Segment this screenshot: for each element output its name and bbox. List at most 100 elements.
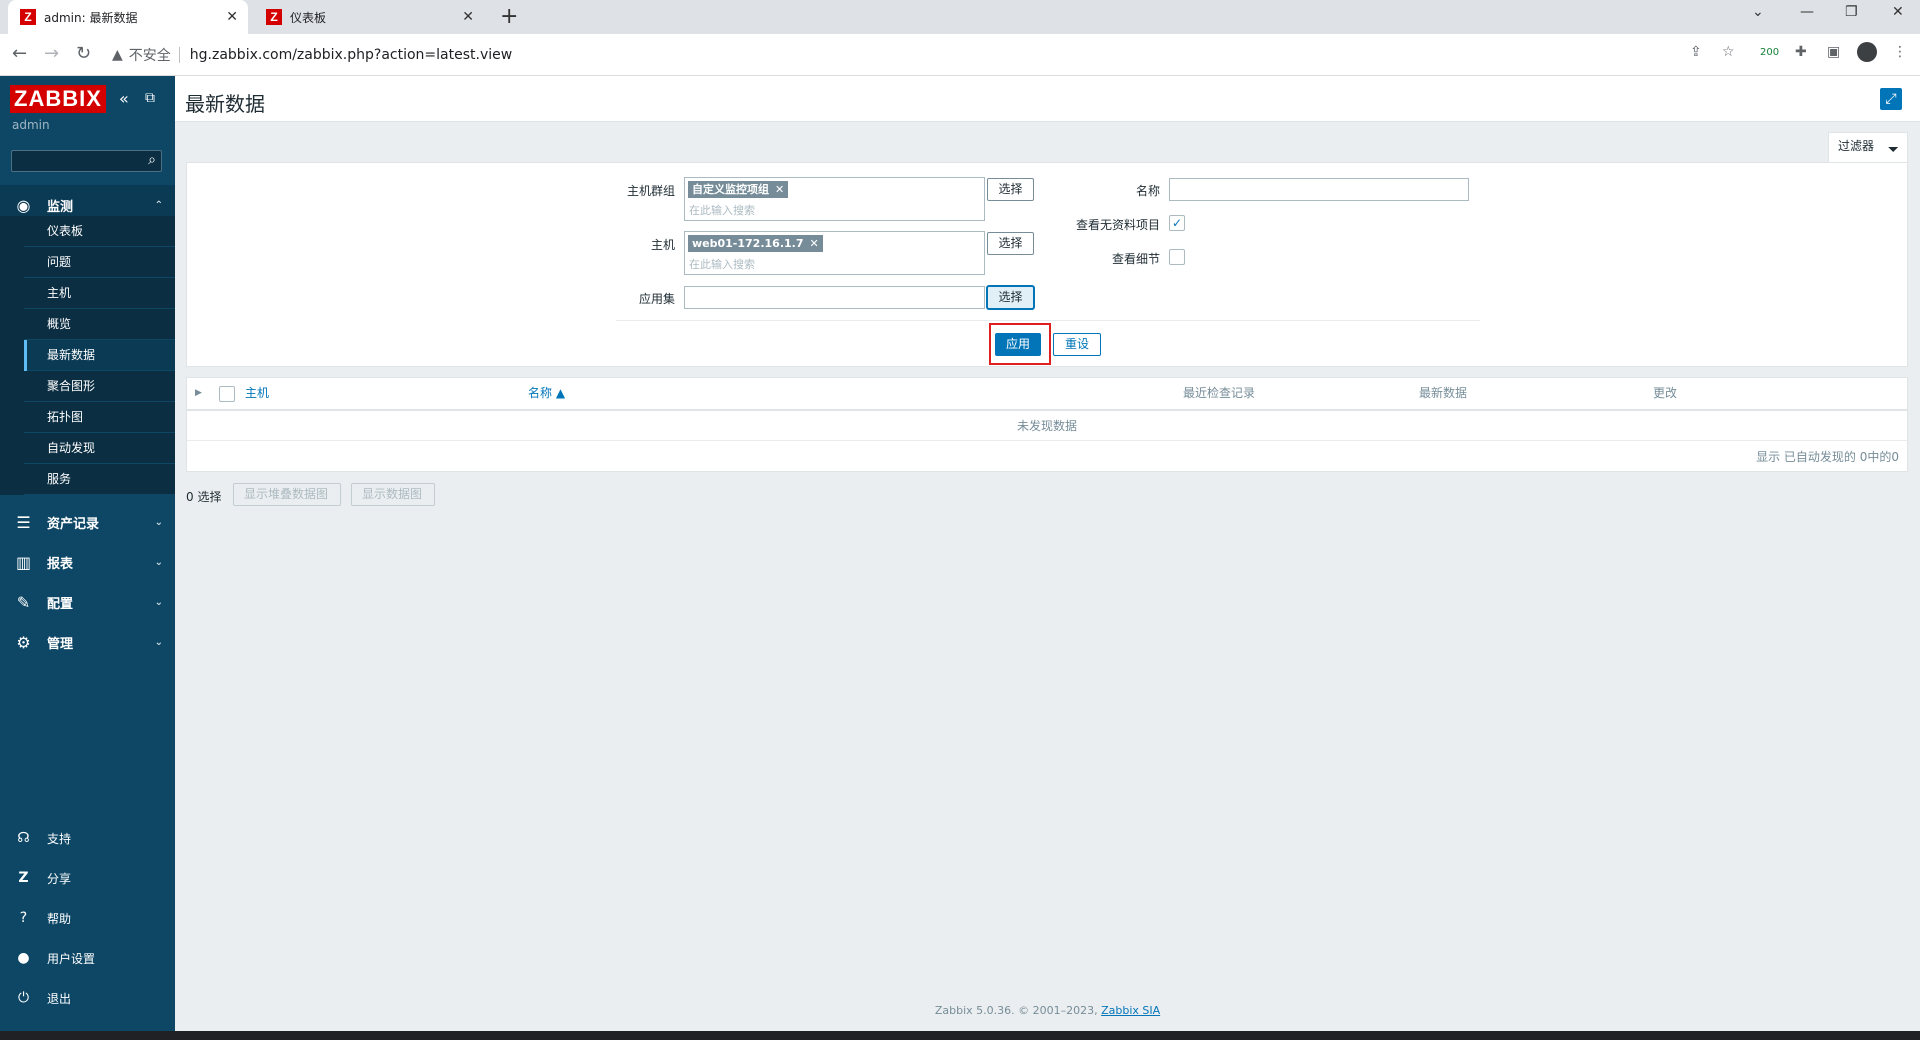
host-multiselect[interactable]: web01-172.16.1.7 ✕ 在此输入搜索 <box>684 231 985 275</box>
host-label: 主机 <box>650 238 675 252</box>
bookmark-star-icon[interactable]: ☆ <box>1722 44 1735 60</box>
column-name[interactable]: 名称 ▲ <box>528 378 565 409</box>
check-icon: ✓ <box>1171 216 1183 230</box>
url-divider <box>178 47 180 63</box>
zabbix-logo[interactable]: ZABBIX <box>10 85 106 113</box>
submenu-item-hosts[interactable]: 主机 <box>24 278 175 309</box>
browser-tab-dashboard[interactable]: Z 仪表板 ✕ <box>254 0 484 34</box>
submenu-item-services[interactable]: 服务 <box>24 464 175 495</box>
remove-chip-icon[interactable]: ✕ <box>809 237 818 250</box>
fullscreen-icon[interactable]: ⤢ <box>1880 88 1902 110</box>
funnel-icon: ⏷ <box>1887 142 1899 158</box>
window-close-icon[interactable]: ✕ <box>1892 4 1904 20</box>
tab-filter[interactable]: 过滤器 ⏷ <box>1828 132 1908 162</box>
chevron-down-icon: ⌄ <box>154 556 163 568</box>
show-details-checkbox[interactable] <box>1169 249 1185 265</box>
sidebar-sign-out[interactable]: ⏻ 退出 <box>0 978 175 1018</box>
host-group-multiselect[interactable]: 自定义监控项组 ✕ 在此输入搜索 <box>684 177 985 221</box>
menu-inventory[interactable]: ☰ 资产记录 ⌄ <box>0 502 175 542</box>
restore-icon[interactable]: ❐ <box>1845 4 1858 20</box>
url-bar[interactable]: ▲ 不安全 hg.zabbix.com/zabbix.php?action=la… <box>112 42 512 68</box>
browser-menu-icon[interactable]: ⋮ <box>1893 44 1907 60</box>
column-host[interactable]: 主机 <box>245 378 269 409</box>
submenu-item-problems[interactable]: 问题 <box>24 247 175 278</box>
menu-label: 资产记录 <box>47 516 100 532</box>
name-input[interactable] <box>1169 178 1469 201</box>
zabbix-z-icon: Z <box>266 9 282 25</box>
browser-tab-title: 仪表板 <box>290 10 327 25</box>
browser-tab-title: admin: 最新数据 <box>44 10 138 25</box>
filter-divider <box>616 320 1480 321</box>
collapse-sidebar-icon[interactable]: « <box>119 89 129 108</box>
sidebar-item-label: 退出 <box>47 991 72 1006</box>
show-details-label: 查看细节 <box>1111 252 1160 266</box>
menu-label: 监测 <box>47 199 74 215</box>
monitoring-submenu: 仪表板 问题 主机 概览 最新数据 聚合图形 拓扑图 自动发现 服务 <box>0 216 175 495</box>
chevron-down-icon: ⌄ <box>154 636 163 648</box>
host-search-placeholder: 在此输入搜索 <box>689 258 755 271</box>
browser-tab-strip: Z admin: 最新数据 ✕ Z 仪表板 ✕ + ⌄ — ❐ ✕ <box>0 0 1920 34</box>
submenu-item-screens[interactable]: 聚合图形 <box>24 371 175 402</box>
application-input[interactable] <box>684 286 985 309</box>
menu-configuration[interactable]: ✎ 配置 ⌄ <box>0 582 175 622</box>
chip-label: web01-172.16.1.7 <box>692 237 804 250</box>
apply-button[interactable]: 应用 <box>995 333 1041 356</box>
table-summary: 显示 已自动发现的 0中的0 <box>1756 450 1899 464</box>
search-icon[interactable]: ⌕ <box>148 152 156 168</box>
side-panel-icon[interactable]: ▣ <box>1827 44 1840 60</box>
submenu-item-dashboard[interactable]: 仪表板 <box>24 216 175 247</box>
menu-reports[interactable]: ▥ 报表 ⌄ <box>0 542 175 582</box>
sidebar-user-settings[interactable]: ● 用户设置 <box>0 938 175 978</box>
headset-icon: ☊ <box>17 830 30 846</box>
footer-link[interactable]: Zabbix SIA <box>1101 1004 1160 1017</box>
gear-icon: ⚙ <box>16 632 31 652</box>
show-without-data-checkbox[interactable]: ✓ <box>1169 215 1185 231</box>
user-name: admin <box>12 118 50 132</box>
profile-avatar[interactable] <box>1857 42 1877 62</box>
sidebar-share[interactable]: Z 分享 <box>0 858 175 898</box>
host-select-button[interactable]: 选择 <box>987 232 1034 255</box>
graph-button[interactable]: 显示数据图 <box>351 483 435 506</box>
submenu-item-discovery[interactable]: 自动发现 <box>24 433 175 464</box>
power-icon: ⏻ <box>17 990 30 1006</box>
minimize-icon[interactable]: — <box>1800 4 1814 20</box>
host-group-select-button[interactable]: 选择 <box>987 178 1034 201</box>
sidebar-item-label: 用户设置 <box>47 951 96 966</box>
menu-label: 报表 <box>47 556 74 572</box>
submenu-item-overview[interactable]: 概览 <box>24 309 175 340</box>
extensions-puzzle-icon[interactable]: ✚ <box>1795 44 1807 60</box>
select-all-checkbox[interactable] <box>219 386 235 402</box>
security-label: 不安全 <box>128 48 171 64</box>
sidebar-support[interactable]: ☊ 支持 <box>0 818 175 858</box>
tab-search-chevron-icon[interactable]: ⌄ <box>1752 4 1764 20</box>
forward-icon[interactable]: → <box>44 43 59 64</box>
chevron-down-icon: ⌄ <box>154 596 163 608</box>
new-tab-icon[interactable]: + <box>500 4 518 29</box>
application-select-button[interactable]: 选择 <box>987 286 1034 309</box>
submenu-item-latest-data[interactable]: 最新数据 <box>24 340 175 371</box>
submenu-item-maps[interactable]: 拓扑图 <box>24 402 175 433</box>
reset-button[interactable]: 重设 <box>1053 333 1101 356</box>
kiosk-mode-icon[interactable]: ⧉ <box>145 90 155 106</box>
back-icon[interactable]: ← <box>12 43 27 64</box>
close-tab-icon[interactable]: ✕ <box>462 9 474 25</box>
latest-data-table: ▶ 主机 名称 ▲ 最近检查记录 最新数据 更改 未发现数据 显示 已自动发现的… <box>186 377 1908 472</box>
filter-tab-label: 过滤器 <box>1838 139 1875 153</box>
extension-badge[interactable]: 200 <box>1760 47 1779 58</box>
expand-all-icon[interactable]: ▶ <box>195 378 202 409</box>
menu-administration[interactable]: ⚙ 管理 ⌄ <box>0 622 175 662</box>
menu-label: 配置 <box>47 596 74 612</box>
share-icon[interactable]: ⇪ <box>1690 44 1702 60</box>
host-group-chip: 自定义监控项组 ✕ <box>688 181 789 198</box>
user-icon: ● <box>17 950 30 966</box>
close-tab-icon[interactable]: ✕ <box>226 9 238 25</box>
wrench-icon: ✎ <box>16 592 31 612</box>
taskbar-strip <box>0 1031 1920 1040</box>
column-change: 更改 <box>1653 386 1678 400</box>
remove-chip-icon[interactable]: ✕ <box>775 183 784 196</box>
sidebar-search-input[interactable]: ⌕ <box>11 150 162 172</box>
browser-tab-active[interactable]: Z admin: 最新数据 ✕ <box>8 0 248 34</box>
reload-icon[interactable]: ↻ <box>76 43 91 64</box>
stacked-graph-button[interactable]: 显示堆叠数据图 <box>233 483 341 506</box>
sidebar-help[interactable]: ? 帮助 <box>0 898 175 938</box>
